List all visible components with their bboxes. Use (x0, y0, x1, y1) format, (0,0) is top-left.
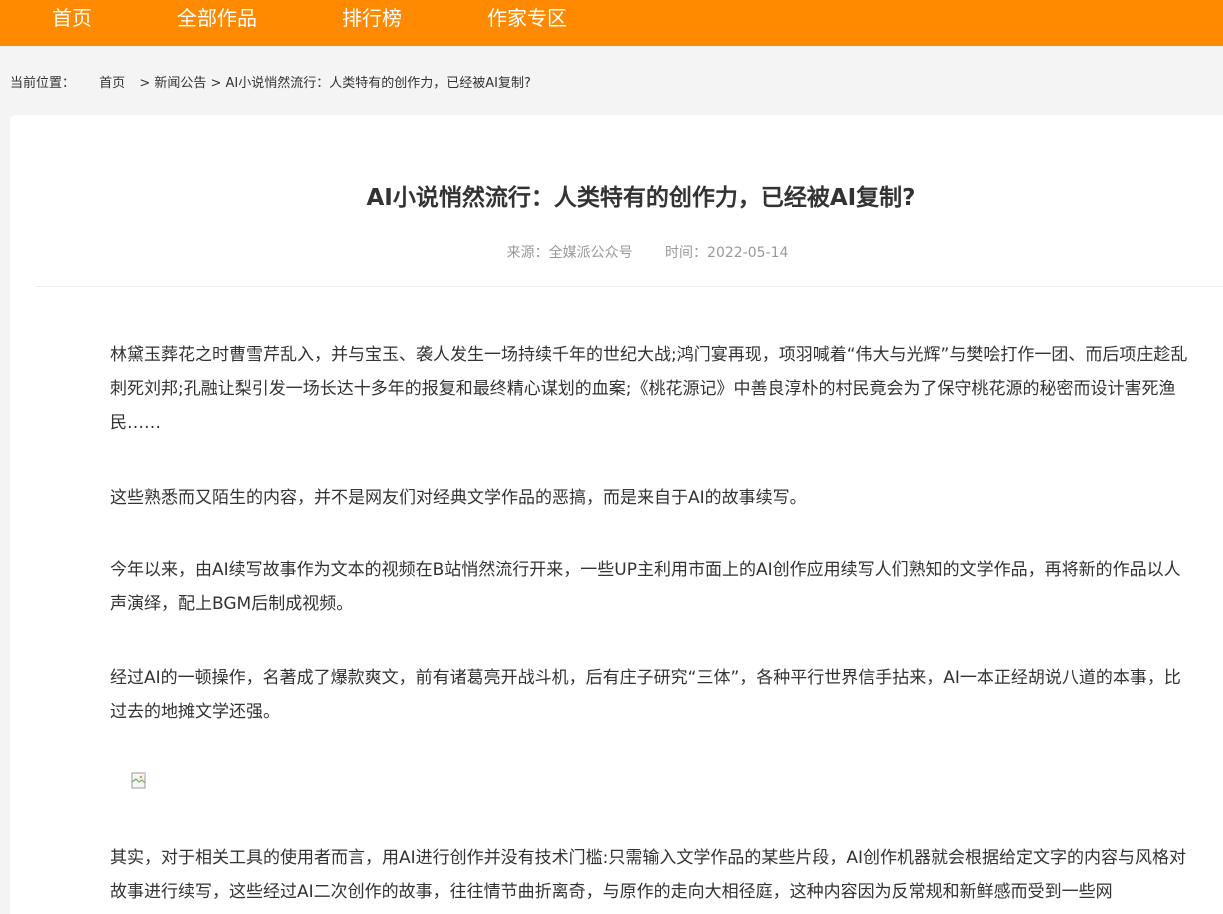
breadcrumb-current: > AI小说悄然流行：人类特有的创作力，已经被AI复制? (210, 76, 531, 91)
broken-image-icon (131, 772, 149, 790)
nav-author-zone[interactable]: 作家专区 (487, 0, 567, 36)
article-paragraph: 林黛玉葬花之时曹雪芹乱入，并与宝玉、袭人发生一场持续千年的世纪大战;鸿门宴再现，… (110, 345, 1188, 433)
top-nav: 首页 全部作品 排行榜 作家专区 (0, 0, 1223, 46)
article-paragraph: 今年以来，由AI续写故事作为文本的视频在B站悄然流行开来，一些UP主利用市面上的… (110, 560, 1181, 614)
article-paragraph: 这些熟悉而又陌生的内容，并不是网友们对经典文学作品的恶搞，而是来自于AI的故事续… (110, 488, 807, 508)
nav-home[interactable]: 首页 (52, 0, 92, 36)
article-paragraph: 其实，对于相关工具的使用者而言，用AI进行创作并没有技术门槛:只需输入文学作品的… (110, 848, 1187, 902)
breadcrumb: 当前位置： 首页 > 新闻公告 > AI小说悄然流行：人类特有的创作力，已经被A… (10, 72, 531, 91)
article-time: 时间：2022-05-14 (665, 245, 789, 261)
nav-all-works[interactable]: 全部作品 (177, 0, 257, 36)
article-title: AI小说悄然流行：人类特有的创作力，已经被AI复制? (366, 185, 916, 211)
article-paragraph: 经过AI的一顿操作，名著成了爆款爽文，前有诸葛亮开战斗机，后有庄子研究“三体”，… (110, 668, 1181, 722)
article-source: 来源：全媒派公众号 (506, 245, 633, 261)
breadcrumb-home-link[interactable]: 首页 (99, 72, 125, 91)
nav-rankings[interactable]: 排行榜 (342, 0, 402, 36)
article-meta: 来源：全媒派公众号 时间：2022-05-14 (0, 242, 1223, 262)
title-divider (35, 286, 1223, 287)
broken-image-icon-svg (131, 772, 146, 789)
breadcrumb-prefix: 当前位置： (10, 76, 76, 91)
breadcrumb-section-link[interactable]: > 新闻公告 (139, 72, 206, 91)
